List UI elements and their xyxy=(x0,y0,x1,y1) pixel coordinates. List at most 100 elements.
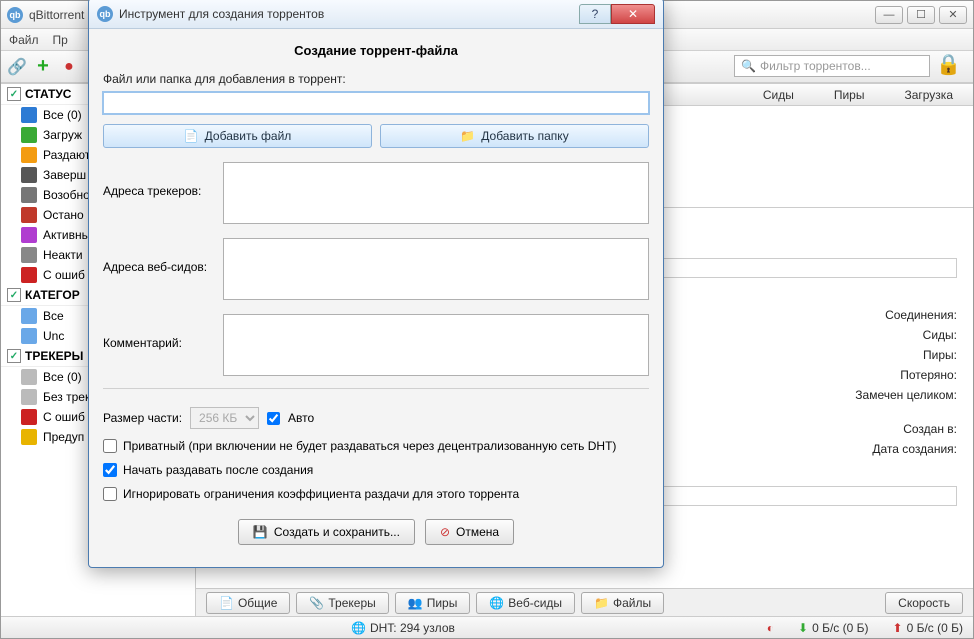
tab-icon: 📁 xyxy=(594,596,609,610)
menu-pr[interactable]: Пр xyxy=(53,33,68,47)
info-label: Пиры: xyxy=(923,348,957,362)
tab-icon: 👥 xyxy=(408,596,423,610)
dialog-help-button[interactable]: ? xyxy=(579,4,611,24)
info-label: Замечен целиком: xyxy=(855,388,957,402)
sidebar-item-label: Unc xyxy=(43,329,64,343)
tab-0[interactable]: 📄Общие xyxy=(206,592,290,614)
info-label: Сиды: xyxy=(923,328,957,342)
sidebar-item-label: Неакти xyxy=(43,248,83,262)
col-download[interactable]: Загрузка xyxy=(904,88,953,102)
webseeds-input[interactable] xyxy=(223,238,649,300)
app-icon: qb xyxy=(7,7,23,23)
speed-button[interactable]: Скорость xyxy=(885,592,963,614)
status-icon xyxy=(21,127,37,143)
status-icon xyxy=(21,187,37,203)
remove-icon[interactable]: ● xyxy=(59,57,79,77)
path-label: Файл или папка для добавления в торрент: xyxy=(103,72,649,86)
info-label: Соединения: xyxy=(885,308,957,322)
status-icon xyxy=(21,389,37,405)
status-icon xyxy=(21,207,37,223)
sidebar-item-label: Все (0) xyxy=(43,370,82,384)
close-button[interactable]: ✕ xyxy=(939,6,967,24)
sidebar-item-label: Загруж xyxy=(43,128,82,142)
dialog-body: Создание торрент-файла Файл или папка дл… xyxy=(89,29,663,567)
status-icon xyxy=(21,429,37,445)
file-icon: 📄 xyxy=(184,129,199,143)
status-icon xyxy=(21,247,37,263)
add-folder-button[interactable]: 📁Добавить папку xyxy=(380,124,649,148)
create-torrent-dialog: qb Инструмент для создания торрентов ? ✕… xyxy=(88,0,664,568)
down-speed: 0 Б/с (0 Б) xyxy=(812,621,868,635)
divider xyxy=(103,388,649,389)
gauge-icon: ◐ xyxy=(767,621,774,635)
sidebar-item-label: Возобно xyxy=(43,188,90,202)
status-icon xyxy=(21,167,37,183)
trackers-input[interactable] xyxy=(223,162,649,224)
sidebar-item-label: Остано xyxy=(43,208,84,222)
create-save-button[interactable]: 💾Создать и сохранить... xyxy=(238,519,415,545)
search-icon: 🔍 xyxy=(741,59,756,73)
col-seeds[interactable]: Сиды xyxy=(763,88,794,102)
filter-placeholder: Фильтр торрентов... xyxy=(760,59,871,73)
ignore-ratio-checkbox[interactable] xyxy=(103,487,117,501)
status-icon xyxy=(21,409,37,425)
globe-icon: 🌐 xyxy=(351,621,366,635)
tab-icon: 📎 xyxy=(309,596,324,610)
tab-1[interactable]: 📎Трекеры xyxy=(296,592,388,614)
check-icon: ✓ xyxy=(7,288,21,302)
seed-checkbox[interactable] xyxy=(103,463,117,477)
sidebar-item-label: С ошиб xyxy=(43,268,85,282)
sidebar-item-label: Все (0) xyxy=(43,108,82,122)
download-icon: ⬇ xyxy=(798,621,808,635)
trackers-label: Адреса трекеров: xyxy=(103,162,215,198)
info-label: Потеряно: xyxy=(900,368,957,382)
comment-label: Комментарий: xyxy=(103,314,215,350)
sidebar-item-label: Заверш xyxy=(43,168,86,182)
cancel-icon: ⊘ xyxy=(440,525,450,539)
status-icon xyxy=(21,227,37,243)
auto-label: Авто xyxy=(288,411,314,425)
tab-3[interactable]: 🌐Веб-сиды xyxy=(476,592,575,614)
auto-checkbox[interactable] xyxy=(267,412,280,425)
add-file-button[interactable]: 📄Добавить файл xyxy=(103,124,372,148)
piece-size-label: Размер части: xyxy=(103,411,182,425)
check-icon: ✓ xyxy=(7,349,21,363)
sidebar-item-label: Без трек xyxy=(43,390,90,404)
app-icon: qb xyxy=(97,6,113,22)
col-peers[interactable]: Пиры xyxy=(834,88,865,102)
status-icon xyxy=(21,107,37,123)
ignore-ratio-label: Игнорировать ограничения коэффициента ра… xyxy=(123,487,519,501)
status-icon xyxy=(21,369,37,385)
minimize-button[interactable]: — xyxy=(875,6,903,24)
menu-file[interactable]: Файл xyxy=(9,33,39,47)
filter-input[interactable]: 🔍 Фильтр торрентов... xyxy=(734,55,930,77)
lock-icon[interactable]: 🔒 xyxy=(936,52,960,78)
dialog-heading: Создание торрент-файла xyxy=(103,43,649,58)
dht-status: DHT: 294 узлов xyxy=(370,621,455,635)
check-icon: ✓ xyxy=(7,87,21,101)
path-input[interactable] xyxy=(103,92,649,114)
private-label: Приватный (при включении не будет раздав… xyxy=(123,439,616,453)
add-icon[interactable]: + xyxy=(33,57,53,77)
maximize-button[interactable]: ☐ xyxy=(907,6,935,24)
dialog-close-button[interactable]: ✕ xyxy=(611,4,655,24)
webseeds-label: Адреса веб-сидов: xyxy=(103,238,215,274)
details-tabs: 📄Общие 📎Трекеры 👥Пиры🌐Веб-сиды 📁Файлы Скоро… xyxy=(196,588,973,616)
statusbar: 🌐DHT: 294 узлов ◐ ⬇0 Б/с (0 Б) ⬆0 Б/с (0… xyxy=(1,616,973,638)
dialog-titlebar: qb Инструмент для создания торрентов ? ✕ xyxy=(89,0,663,29)
tab-2[interactable]: 👥Пиры xyxy=(395,592,471,614)
save-icon: 💾 xyxy=(253,525,268,539)
private-checkbox[interactable] xyxy=(103,439,117,453)
comment-input[interactable] xyxy=(223,314,649,376)
cancel-button[interactable]: ⊘Отмена xyxy=(425,519,514,545)
upload-icon: ⬆ xyxy=(893,621,903,635)
link-icon[interactable]: 🔗 xyxy=(7,57,27,77)
status-icon xyxy=(21,147,37,163)
sidebar-item-label: С ошиб xyxy=(43,410,85,424)
seed-label: Начать раздавать после создания xyxy=(123,463,313,477)
tab-4[interactable]: 📁Файлы xyxy=(581,592,664,614)
sidebar-item-label: Все xyxy=(43,309,64,323)
status-icon xyxy=(21,308,37,324)
sidebar-item-label: Активнь xyxy=(43,228,88,242)
info-label: Создан в: xyxy=(903,422,957,436)
